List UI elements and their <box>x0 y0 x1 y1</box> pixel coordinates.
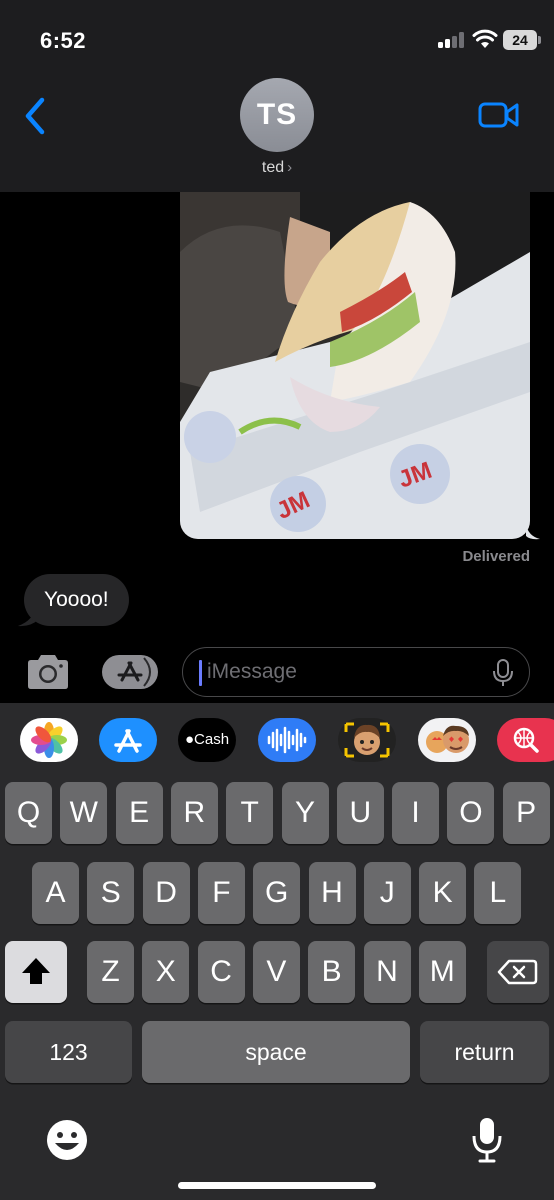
cash-label: Cash <box>194 731 230 748</box>
key-n[interactable]: N <box>363 941 411 1003</box>
dictation-microphone-icon[interactable] <box>470 1116 504 1164</box>
key-r[interactable]: R <box>170 782 218 844</box>
battery-tip <box>538 36 541 44</box>
delivery-status: Delivered <box>462 548 530 565</box>
memoji-icon <box>344 722 390 758</box>
chevron-right-icon: › <box>287 159 293 176</box>
key-b[interactable]: B <box>308 941 356 1003</box>
message-input[interactable]: iMessage <box>182 647 530 697</box>
emoji-icon[interactable] <box>44 1117 90 1163</box>
apple-cash-button[interactable]: ●Cash <box>178 718 236 762</box>
key-f[interactable]: F <box>197 862 245 924</box>
numbers-key[interactable]: 123 <box>5 1021 132 1083</box>
key-i[interactable]: I <box>392 782 440 844</box>
wifi-icon <box>472 29 498 48</box>
key-c[interactable]: C <box>197 941 245 1003</box>
contact-name-button[interactable]: ted › <box>0 159 554 177</box>
key-a[interactable]: A <box>32 862 79 924</box>
key-t[interactable]: T <box>226 782 274 844</box>
sandwich-photo-image: JM JM <box>180 192 530 539</box>
message-placeholder: iMessage <box>207 660 297 683</box>
app-store-app-button[interactable] <box>99 718 157 762</box>
app-store-button[interactable] <box>102 655 158 689</box>
memoji-faces-icon <box>426 725 469 753</box>
key-o[interactable]: O <box>447 782 495 844</box>
contact-name: ted <box>261 159 285 176</box>
key-s[interactable]: S <box>87 862 135 924</box>
key-h[interactable]: H <box>308 862 356 924</box>
shift-arrow-icon <box>22 958 50 984</box>
photos-app-button[interactable] <box>20 718 78 762</box>
camera-icon[interactable] <box>24 653 72 691</box>
backspace-icon <box>497 959 538 985</box>
key-q[interactable]: Q <box>5 782 52 844</box>
key-k[interactable]: K <box>419 862 467 924</box>
key-u[interactable]: U <box>336 782 384 844</box>
memoji-stickers-button[interactable] <box>338 718 396 762</box>
key-e[interactable]: E <box>115 782 163 844</box>
key-w[interactable]: W <box>60 782 108 844</box>
apple-logo-icon: ● <box>184 731 195 748</box>
photos-icon <box>31 722 67 758</box>
facetime-video-icon[interactable] <box>478 100 520 130</box>
return-key[interactable]: return <box>420 1021 549 1083</box>
cellular-signal-icon <box>438 32 466 48</box>
key-m[interactable]: M <box>418 941 466 1003</box>
app-store-icon <box>114 729 142 753</box>
key-z[interactable]: Z <box>87 941 134 1003</box>
globe-search-icon <box>513 727 539 753</box>
text-cursor <box>199 660 202 686</box>
incoming-message-bubble[interactable]: Yoooo! <box>24 574 129 626</box>
delete-key[interactable] <box>487 941 549 1003</box>
image-search-button[interactable] <box>497 718 554 762</box>
key-g[interactable]: G <box>253 862 301 924</box>
waveform-icon <box>267 726 307 754</box>
key-y[interactable]: Y <box>281 782 329 844</box>
battery-icon: 24 <box>503 30 537 50</box>
microphone-icon[interactable] <box>493 659 513 687</box>
home-indicator <box>178 1182 376 1189</box>
back-chevron-icon[interactable] <box>18 96 52 136</box>
contact-avatar[interactable]: TS <box>240 78 314 152</box>
conversation-header: 6:52 24 TS ted › <box>0 0 554 192</box>
outgoing-bubble-tail <box>526 524 540 540</box>
key-l[interactable]: L <box>474 862 522 924</box>
status-time: 6:52 <box>40 28 87 53</box>
space-key[interactable]: space <box>142 1021 410 1083</box>
shift-key[interactable] <box>5 941 67 1003</box>
sent-photo[interactable]: JM JM <box>180 192 530 539</box>
app-store-icon <box>117 657 151 687</box>
key-j[interactable]: J <box>363 862 411 924</box>
key-v[interactable]: V <box>252 941 300 1003</box>
key-d[interactable]: D <box>142 862 190 924</box>
key-p[interactable]: P <box>502 782 550 844</box>
memoji-app-button[interactable] <box>418 718 476 762</box>
key-x[interactable]: X <box>142 941 190 1003</box>
audio-message-button[interactable] <box>258 718 316 762</box>
